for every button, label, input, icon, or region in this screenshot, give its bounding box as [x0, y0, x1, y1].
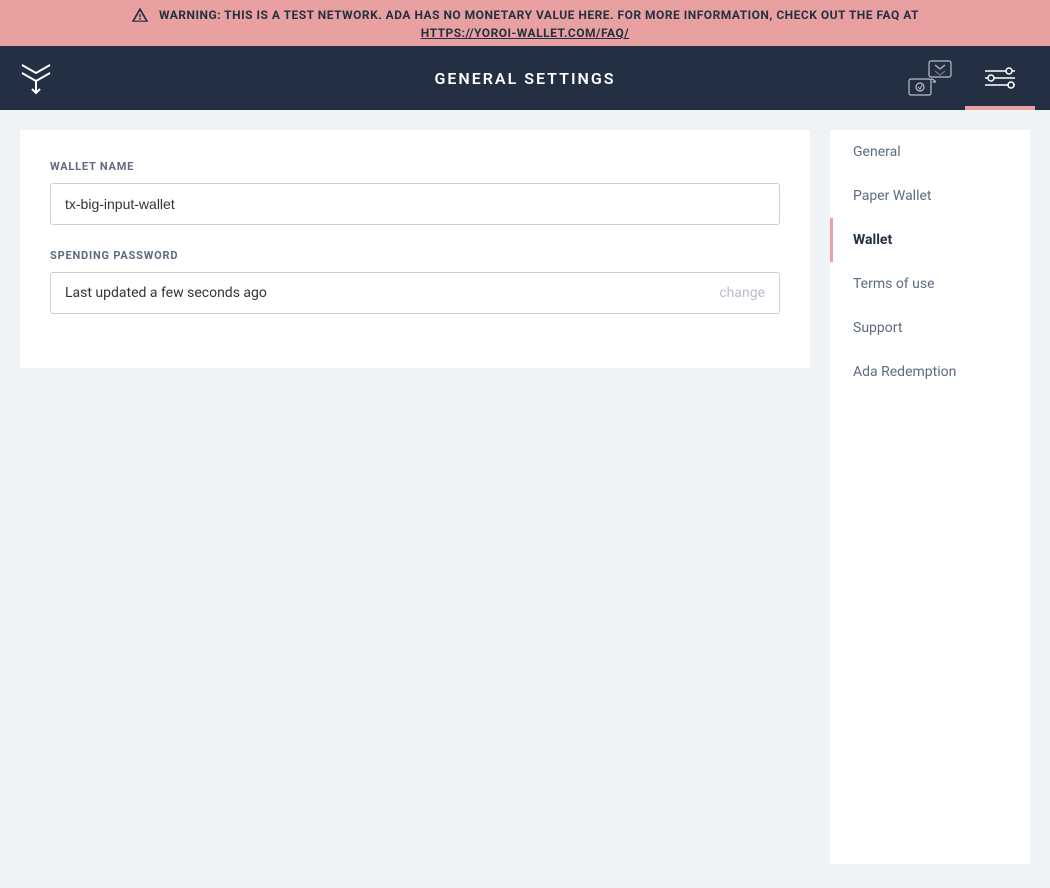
spending-password-row: Last updated a few seconds ago change [50, 272, 780, 314]
sidebar-item-label: General [853, 144, 901, 160]
sidebar-item-label: Terms of use [853, 276, 935, 292]
sidebar-item-label: Support [853, 320, 902, 336]
app-logo[interactable] [20, 61, 52, 95]
page-title: GENERAL SETTINGS [434, 69, 615, 88]
sidebar-item-terms-of-use[interactable]: Terms of use [830, 262, 1030, 306]
sidebar-item-support[interactable]: Support [830, 306, 1030, 350]
navbar: GENERAL SETTINGS [0, 46, 1050, 110]
warning-text: WARNING: THIS IS A TEST NETWORK. ADA HAS… [159, 8, 919, 22]
change-password-button[interactable]: change [719, 285, 765, 301]
settings-sidebar: General Paper Wallet Wallet Terms of use… [830, 130, 1030, 864]
wallet-name-input[interactable] [50, 183, 780, 225]
wallet-name-label: WALLET NAME [50, 160, 780, 173]
password-status-text: Last updated a few seconds ago [65, 285, 267, 301]
sidebar-item-ada-redemption[interactable]: Ada Redemption [830, 350, 1030, 394]
sidebar-item-general[interactable]: General [830, 130, 1030, 174]
sidebar-item-wallet[interactable]: Wallet [830, 218, 1030, 262]
settings-panel: WALLET NAME SPENDING PASSWORD Last updat… [20, 130, 810, 368]
warning-banner: WARNING: THIS IS A TEST NETWORK. ADA HAS… [0, 0, 1050, 46]
sidebar-item-label: Paper Wallet [853, 188, 932, 204]
warning-link[interactable]: HTTPS://YOROI-WALLET.COM/FAQ/ [421, 26, 629, 40]
sidebar-item-label: Ada Redemption [853, 364, 956, 380]
sidebar-item-label: Wallet [853, 232, 892, 248]
spending-password-label: SPENDING PASSWORD [50, 249, 780, 262]
warning-icon [131, 6, 149, 24]
sidebar-item-paper-wallet[interactable]: Paper Wallet [830, 174, 1030, 218]
settings-icon[interactable] [965, 46, 1035, 110]
wallet-add-icon[interactable] [895, 46, 965, 110]
